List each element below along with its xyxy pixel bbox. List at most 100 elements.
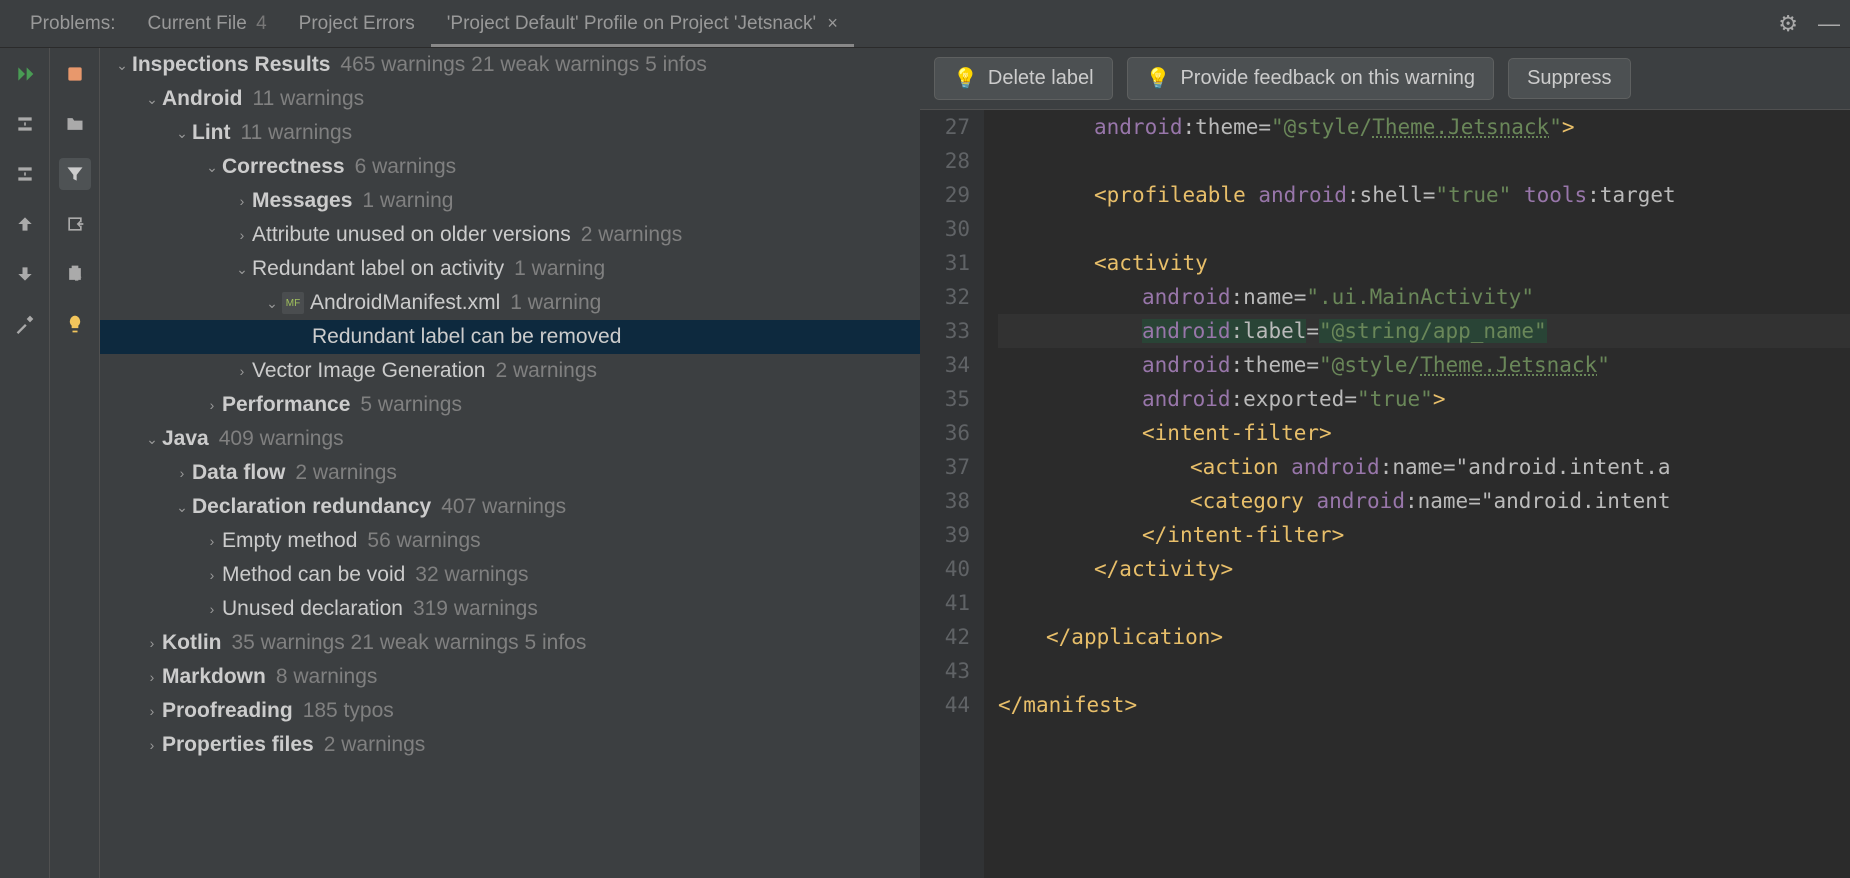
tree-row[interactable]: ›Messages1 warning — [100, 184, 920, 218]
tab-current-file[interactable]: Current File 4 — [132, 13, 283, 35]
chevron-right-icon[interactable]: › — [232, 227, 252, 243]
button-label: Suppress — [1527, 67, 1612, 90]
tab-inspections-profile[interactable]: 'Project Default' Profile on Project 'Je… — [431, 1, 854, 47]
chevron-right-icon[interactable]: › — [202, 601, 222, 617]
feedback-button[interactable]: 💡 Provide feedback on this warning — [1127, 57, 1495, 100]
tree-row[interactable]: ⌄Declaration redundancy 407 warnings — [100, 490, 920, 524]
chevron-right-icon[interactable]: › — [142, 703, 162, 719]
tree-node-label: Correctness — [222, 155, 345, 179]
tree-node-label: Android — [162, 87, 242, 111]
manifest-file-icon: MF — [282, 292, 304, 314]
tree-row[interactable]: ⌄Inspections Results 465 warnings 21 weak… — [100, 48, 920, 82]
tree-row[interactable]: ›Method can be void32 warnings — [100, 558, 920, 592]
tree-node-meta: 2 warnings — [324, 733, 426, 757]
chevron-right-icon[interactable]: › — [172, 465, 192, 481]
chevron-down-icon[interactable]: ⌄ — [232, 261, 252, 278]
code-line: <activity — [998, 246, 1850, 280]
delete-label-button[interactable]: 💡 Delete label — [934, 57, 1113, 100]
filter-icon[interactable] — [59, 158, 91, 190]
chevron-right-icon[interactable]: › — [142, 635, 162, 651]
line-number: 43 — [920, 654, 970, 688]
chevron-down-icon[interactable]: ⌄ — [142, 91, 162, 108]
tree-node-label: Redundant label can be removed — [312, 325, 621, 349]
down-icon[interactable] — [9, 258, 41, 290]
chevron-right-icon[interactable]: › — [142, 737, 162, 753]
tree-row[interactable]: ›Markdown8 warnings — [100, 660, 920, 694]
code-line: android:theme="@style/Theme.Jetsnack"> — [998, 110, 1850, 144]
tree-row[interactable]: ⌄MFAndroidManifest.xml1 warning — [100, 286, 920, 320]
tree-row[interactable]: ⌄Android11 warnings — [100, 82, 920, 116]
tree-node-meta: 5 warnings — [360, 393, 462, 417]
chevron-right-icon[interactable]: › — [142, 669, 162, 685]
chevron-right-icon[interactable]: › — [202, 397, 222, 413]
tree-row[interactable]: ›Performance5 warnings — [100, 388, 920, 422]
tree-row[interactable]: ⌄Lint11 warnings — [100, 116, 920, 150]
wrench-icon[interactable] — [9, 308, 41, 340]
gear-icon[interactable]: ⚙ — [1768, 11, 1808, 37]
tree-node-meta: 1 warning — [510, 291, 601, 315]
chevron-right-icon[interactable]: › — [202, 567, 222, 583]
tree-node-meta: 407 warnings — [441, 495, 566, 519]
tree-node-label: Java — [162, 427, 209, 451]
chevron-right-icon[interactable]: › — [202, 533, 222, 549]
tree-node-label: Attribute unused on older versions — [252, 223, 571, 247]
tree-node-label: Declaration redundancy — [192, 495, 431, 519]
chevron-down-icon[interactable]: ⌄ — [262, 295, 282, 312]
tree-row[interactable]: ›Properties files2 warnings — [100, 728, 920, 762]
chevron-down-icon[interactable]: ⌄ — [172, 125, 192, 142]
inspections-tree[interactable]: ⌄Inspections Results465 warnings 21 weak… — [100, 48, 920, 878]
tree-row[interactable]: ›Empty method56 warnings — [100, 524, 920, 558]
chevron-down-icon[interactable]: ⌄ — [142, 431, 162, 448]
code-preview-panel: 💡 Delete label 💡 Provide feedback on thi… — [920, 48, 1850, 878]
code-line — [998, 212, 1850, 246]
line-number: 36 — [920, 416, 970, 450]
chevron-down-icon[interactable]: ⌄ — [112, 57, 132, 74]
tree-row[interactable]: Redundant label can be removed — [100, 320, 920, 354]
code-line: android:theme="@style/Theme.Jetsnack" — [998, 348, 1850, 382]
minimize-icon[interactable]: — — [1808, 11, 1850, 37]
tree-row[interactable]: ⌄Redundant label on activity1 warning — [100, 252, 920, 286]
tree-node-label: Inspections Results — [132, 53, 330, 77]
line-number: 31 — [920, 246, 970, 280]
code-area[interactable]: android:theme="@style/Theme.Jetsnack"><p… — [984, 110, 1850, 878]
tree-node-meta: 6 warnings — [355, 155, 457, 179]
tree-row[interactable]: ›Proofreading185 typos — [100, 694, 920, 728]
code-line: android:label="@string/app_name" — [998, 314, 1850, 348]
tree-node-label: Vector Image Generation — [252, 359, 485, 383]
line-number: 37 — [920, 450, 970, 484]
tree-row[interactable]: ›Data flow2 warnings — [100, 456, 920, 490]
line-number: 27 — [920, 110, 970, 144]
tree-row[interactable]: ⌄Correctness 6 warnings — [100, 150, 920, 184]
tree-node-meta: 56 warnings — [367, 529, 480, 553]
expand-all-icon[interactable] — [9, 158, 41, 190]
chevron-down-icon[interactable]: ⌄ — [172, 499, 192, 516]
chevron-right-icon[interactable]: › — [232, 363, 252, 379]
line-number: 38 — [920, 484, 970, 518]
tree-node-meta: 2 warnings — [495, 359, 597, 383]
rerun-icon[interactable] — [9, 58, 41, 90]
code-line: </manifest> — [998, 688, 1850, 722]
chevron-down-icon[interactable]: ⌄ — [202, 159, 222, 176]
open-icon[interactable] — [59, 258, 91, 290]
tree-row[interactable]: ›Kotlin35 warnings 21 weak warnings 5 in… — [100, 626, 920, 660]
editor[interactable]: 272829303132333435363738394041424344 and… — [920, 110, 1850, 878]
tree-node-meta: 465 warnings 21 weak warnings 5 infos — [340, 53, 707, 77]
up-icon[interactable] — [9, 208, 41, 240]
tree-row[interactable]: ⌄Java409 warnings — [100, 422, 920, 456]
code-line — [998, 586, 1850, 620]
tree-row[interactable]: ›Vector Image Generation 2 warnings — [100, 354, 920, 388]
tree-row[interactable]: ›Unused declaration319 warnings — [100, 592, 920, 626]
folder-icon[interactable] — [59, 108, 91, 140]
breakpoint-view-icon[interactable] — [59, 58, 91, 90]
export-icon[interactable] — [59, 208, 91, 240]
suppress-button[interactable]: Suppress — [1508, 58, 1631, 99]
tree-row[interactable]: ›Attribute unused on older versions2 war… — [100, 218, 920, 252]
collapse-all-icon[interactable] — [9, 108, 41, 140]
line-number: 40 — [920, 552, 970, 586]
code-line: android:name=".ui.MainActivity" — [998, 280, 1850, 314]
chevron-right-icon[interactable]: › — [232, 193, 252, 209]
tab-project-errors[interactable]: Project Errors — [283, 13, 431, 35]
line-number: 29 — [920, 178, 970, 212]
close-icon[interactable]: × — [827, 13, 838, 33]
bulb-icon[interactable] — [59, 308, 91, 340]
